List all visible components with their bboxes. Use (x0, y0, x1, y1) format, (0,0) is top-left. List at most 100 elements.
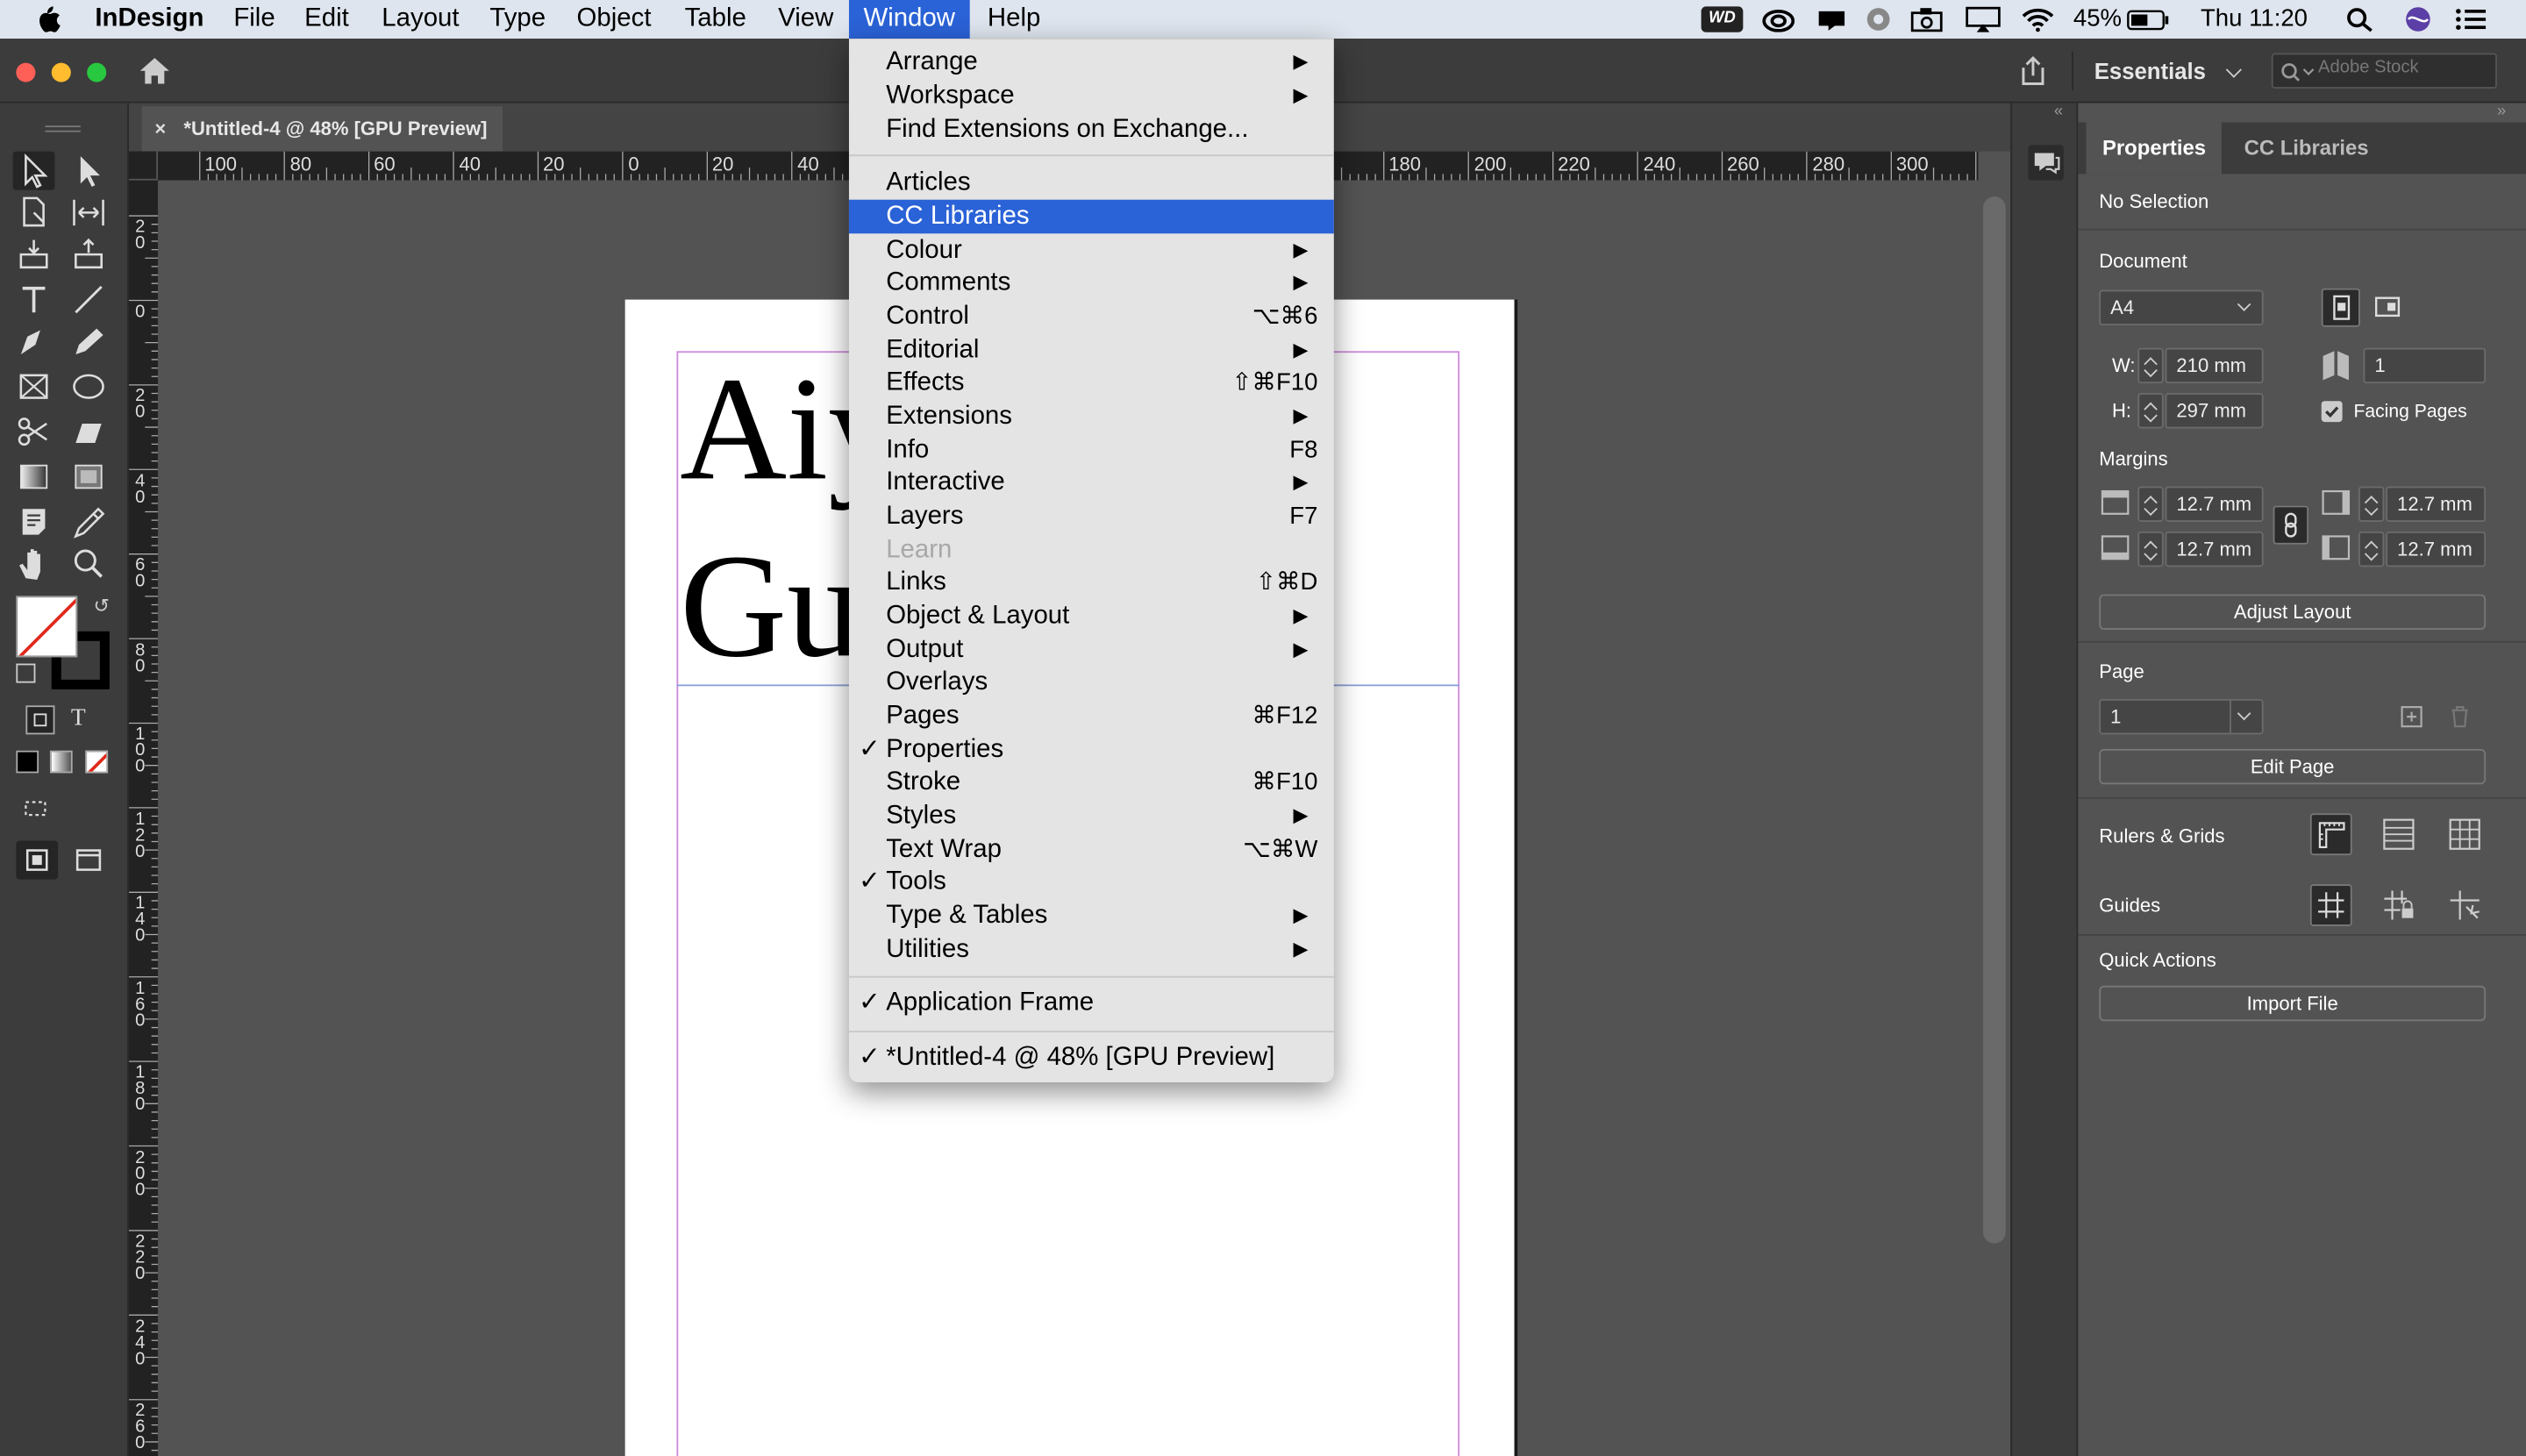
add-page-icon[interactable] (2399, 703, 2424, 729)
home-icon[interactable] (139, 56, 171, 85)
margin-outside-field[interactable]: 12.7 mm (2386, 531, 2487, 567)
margin-inside-field[interactable]: 12.7 mm (2386, 486, 2487, 522)
menu-type[interactable]: Type (475, 0, 560, 39)
tab-properties[interactable]: Properties (2086, 122, 2223, 175)
vertical-ruler[interactable]: 2 0 0 2 0 4 0 6 0 8 0 1 0 0 1 2 0 1 4 0 … (128, 180, 158, 1456)
line-tool-icon[interactable] (68, 281, 110, 319)
swap-fill-stroke-icon[interactable]: ↺ (94, 596, 113, 615)
width-field[interactable]: 210 mm (2165, 347, 2264, 384)
margin-bottom-field[interactable]: 12.7 mm (2165, 531, 2264, 567)
workspace-switcher[interactable]: Essentials (2094, 39, 2243, 103)
dropbox-icon[interactable] (1864, 6, 1893, 32)
width-stepper[interactable] (2137, 347, 2164, 384)
document-grid-icon[interactable] (2444, 813, 2486, 855)
wd-drive-icon[interactable]: WD (1701, 6, 1744, 32)
menu-item-colour[interactable]: Colour ▶ (849, 233, 1334, 268)
pencil-tool-icon[interactable] (68, 322, 110, 360)
siri-icon[interactable] (2403, 6, 2432, 32)
rectangle-frame-tool-icon[interactable] (13, 368, 55, 406)
menu-item-layers[interactable]: Layers F7 (849, 499, 1334, 533)
import-file-button[interactable]: Import File (2099, 985, 2487, 1022)
lock-guides-icon[interactable] (2378, 884, 2420, 926)
margin-bottom-stepper[interactable] (2137, 531, 2164, 567)
menu-item-output[interactable]: Output ▶ (849, 633, 1334, 667)
height-field[interactable]: 297 mm (2165, 393, 2264, 429)
free-transform-tool-icon[interactable] (68, 412, 110, 451)
content-placer-icon[interactable] (68, 235, 110, 274)
close-window-button[interactable] (16, 62, 36, 82)
gradient-feather-tool-icon[interactable] (68, 458, 110, 496)
menu-item-properties[interactable]: ✓ Properties (849, 733, 1334, 767)
note-tool-icon[interactable] (13, 503, 55, 541)
ruler-origin[interactable] (128, 151, 158, 181)
menu-item-tools[interactable]: ✓ Tools (849, 865, 1334, 899)
apply-gradient-icon[interactable] (49, 750, 73, 774)
menu-item-styles[interactable]: Styles ▶ (849, 799, 1334, 833)
pen-tool-icon[interactable] (13, 322, 55, 360)
menu-item-object-layout[interactable]: Object & Layout ▶ (849, 599, 1334, 633)
menu-edit[interactable]: Edit (290, 0, 364, 39)
margin-inside-stepper[interactable] (2358, 486, 2385, 522)
airplay-icon[interactable] (1966, 6, 2001, 32)
scissors-tool-icon[interactable] (13, 412, 55, 451)
formatting-text-icon[interactable]: T (71, 705, 96, 734)
default-fill-stroke-icon[interactable] (16, 663, 36, 683)
type-tool-icon[interactable] (13, 281, 55, 319)
menu-item-application-frame[interactable]: ✓ Application Frame (849, 986, 1334, 1020)
share-icon[interactable] (2017, 54, 2050, 87)
zoom-window-button[interactable] (87, 62, 107, 82)
margin-outside-stepper[interactable] (2358, 531, 2385, 567)
collapse-panel-icon[interactable]: » (2497, 103, 2506, 121)
menu-layout[interactable]: Layout (367, 0, 474, 39)
guides-toggle-icon[interactable] (2309, 884, 2352, 926)
adobe-stock-search[interactable]: Adobe Stock (2271, 53, 2497, 89)
link-margins-icon[interactable] (2273, 505, 2309, 545)
baseline-grid-icon[interactable] (2378, 813, 2420, 855)
facing-pages-checkbox[interactable] (2321, 401, 2343, 423)
screen-mode-icon[interactable] (16, 840, 59, 880)
menu-item-arrange[interactable]: Arrange ▶ (849, 45, 1334, 79)
close-tab-icon[interactable]: × (154, 106, 166, 151)
page-dropdown[interactable]: 1 (2099, 698, 2264, 735)
menu-item-articles[interactable]: Articles (849, 166, 1334, 200)
menu-indesign[interactable]: InDesign (81, 0, 218, 39)
menu-help[interactable]: Help (973, 0, 1055, 39)
comments-panel-icon[interactable] (2028, 145, 2064, 181)
clock[interactable]: Thu 11:20 (2201, 0, 2308, 39)
menu-item-comments[interactable]: Comments ▶ (849, 266, 1334, 300)
edit-page-button[interactable]: Edit Page (2099, 748, 2487, 785)
fill-swatch[interactable] (16, 596, 78, 658)
formatting-container-icon[interactable] (25, 705, 55, 735)
menu-item-text-wrap[interactable]: Text Wrap ⌥⌘W (849, 832, 1334, 867)
menu-table[interactable]: Table (670, 0, 760, 39)
apply-color-icon[interactable] (16, 750, 39, 774)
view-options-icon[interactable] (68, 841, 110, 880)
rulers-toggle-icon[interactable] (2309, 813, 2352, 856)
gap-tool-icon[interactable] (68, 193, 110, 232)
wifi-icon[interactable] (2020, 6, 2055, 32)
spotlight-search-icon[interactable] (2345, 6, 2374, 32)
hand-tool-icon[interactable] (13, 545, 55, 583)
gradient-swatch-tool-icon[interactable] (13, 458, 55, 496)
screenshot-icon[interactable] (1910, 6, 1945, 32)
portrait-orientation-icon[interactable] (2321, 288, 2360, 327)
smart-guides-icon[interactable] (2444, 884, 2486, 926)
document-tab[interactable]: × *Untitled-4 @ 48% [GPU Preview] (141, 106, 503, 152)
number-of-pages-field[interactable]: 1 (2363, 347, 2487, 384)
landscape-orientation-icon[interactable] (2368, 289, 2407, 327)
mode-normal-icon[interactable] (16, 789, 58, 828)
selection-tool-icon[interactable] (12, 151, 55, 190)
menu-item-cc-libraries[interactable]: CC Libraries (848, 199, 1334, 234)
notification-center-icon[interactable] (2455, 6, 2487, 32)
margin-top-field[interactable]: 12.7 mm (2165, 486, 2264, 522)
adjust-layout-button[interactable]: Adjust Layout (2099, 594, 2487, 630)
apply-none-icon[interactable] (85, 750, 109, 774)
menu-item-find-extensions[interactable]: Find Extensions on Exchange... (849, 113, 1334, 147)
apple-icon[interactable] (35, 5, 61, 34)
menu-item-editorial[interactable]: Editorial ▶ (849, 333, 1334, 368)
expand-dock-icon[interactable]: « (2054, 103, 2063, 121)
page-size-dropdown[interactable]: A4 (2099, 289, 2264, 325)
menu-item-info[interactable]: Info F8 (849, 433, 1334, 467)
menu-item-type-tables[interactable]: Type & Tables ▶ (849, 899, 1334, 933)
content-collector-icon[interactable] (13, 235, 55, 274)
